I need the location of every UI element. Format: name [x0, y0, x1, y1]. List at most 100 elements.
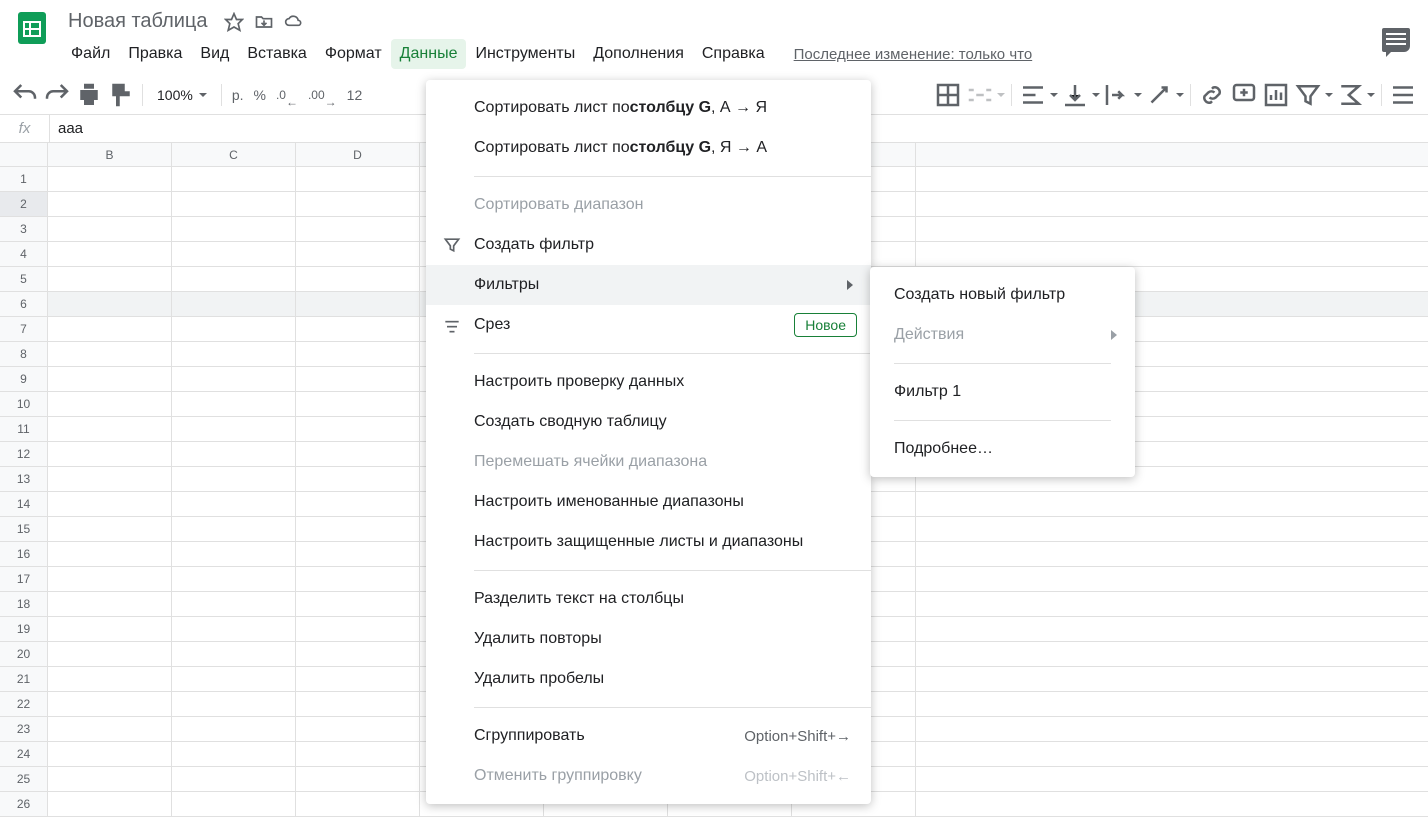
- cell[interactable]: [296, 342, 420, 366]
- last-edit-link[interactable]: Последнее изменение: только что: [794, 46, 1033, 63]
- cell[interactable]: [172, 167, 296, 191]
- cell[interactable]: [172, 367, 296, 391]
- rotate-icon[interactable]: [1144, 80, 1174, 110]
- menu-addons[interactable]: Дополнения: [584, 39, 693, 69]
- cell[interactable]: [48, 192, 172, 216]
- row-header[interactable]: 2: [0, 192, 48, 216]
- menu-sort-az[interactable]: Сортировать лист по столбцу G, А → Я: [426, 88, 871, 128]
- wrap-icon[interactable]: [1102, 80, 1132, 110]
- row-header[interactable]: 3: [0, 217, 48, 241]
- filter-icon[interactable]: [1293, 80, 1323, 110]
- cell[interactable]: [296, 192, 420, 216]
- submenu-create-new-filter[interactable]: Создать новый фильтр: [870, 275, 1135, 315]
- cell[interactable]: [172, 642, 296, 666]
- menu-filters[interactable]: Фильтры: [426, 265, 871, 305]
- row-header[interactable]: 26: [0, 792, 48, 816]
- increase-decimal-button[interactable]: .00→: [304, 80, 341, 110]
- cell[interactable]: [48, 417, 172, 441]
- cell[interactable]: [296, 667, 420, 691]
- row-header[interactable]: 10: [0, 392, 48, 416]
- row-header[interactable]: 4: [0, 242, 48, 266]
- menu-slicer[interactable]: Срез Новое: [426, 305, 871, 345]
- column-header[interactable]: C: [172, 143, 296, 166]
- cell[interactable]: [48, 492, 172, 516]
- row-header[interactable]: 18: [0, 592, 48, 616]
- cell[interactable]: [296, 767, 420, 791]
- halign-dropdown-icon[interactable]: [1050, 93, 1058, 97]
- doc-title[interactable]: Новая таблица: [62, 8, 214, 35]
- cell[interactable]: [296, 392, 420, 416]
- menu-format[interactable]: Формат: [316, 39, 391, 69]
- menu-sort-za[interactable]: Сортировать лист по столбцу G, Я → А: [426, 128, 871, 168]
- menu-file[interactable]: Файл: [62, 39, 119, 69]
- merge-icon[interactable]: [965, 80, 995, 110]
- cell[interactable]: [48, 592, 172, 616]
- cell[interactable]: [172, 792, 296, 816]
- cloud-icon[interactable]: [284, 12, 304, 32]
- row-header[interactable]: 7: [0, 317, 48, 341]
- cell[interactable]: [172, 392, 296, 416]
- cell[interactable]: [172, 417, 296, 441]
- cell[interactable]: [48, 367, 172, 391]
- cell[interactable]: [296, 267, 420, 291]
- cell[interactable]: [296, 717, 420, 741]
- cell[interactable]: [48, 667, 172, 691]
- row-header[interactable]: 8: [0, 342, 48, 366]
- cell[interactable]: [172, 567, 296, 591]
- cell[interactable]: [48, 242, 172, 266]
- row-header[interactable]: 6: [0, 292, 48, 316]
- cell[interactable]: [48, 767, 172, 791]
- row-header[interactable]: 9: [0, 367, 48, 391]
- cell[interactable]: [296, 517, 420, 541]
- row-header[interactable]: 12: [0, 442, 48, 466]
- cell[interactable]: [48, 517, 172, 541]
- row-header[interactable]: 23: [0, 717, 48, 741]
- cell[interactable]: [172, 592, 296, 616]
- cell[interactable]: [172, 242, 296, 266]
- expand-icon[interactable]: [1388, 80, 1418, 110]
- menu-pivot[interactable]: Создать сводную таблицу: [426, 402, 871, 442]
- menu-view[interactable]: Вид: [191, 39, 238, 69]
- cell[interactable]: [48, 692, 172, 716]
- cell[interactable]: [172, 342, 296, 366]
- cell[interactable]: [172, 467, 296, 491]
- comment-icon[interactable]: [1229, 80, 1259, 110]
- cell[interactable]: [48, 742, 172, 766]
- menu-data-validation[interactable]: Настроить проверку данных: [426, 362, 871, 402]
- valign-icon[interactable]: [1060, 80, 1090, 110]
- cell[interactable]: [296, 792, 420, 816]
- cell[interactable]: [296, 742, 420, 766]
- cell[interactable]: [48, 292, 172, 316]
- filter-dropdown-icon[interactable]: [1325, 93, 1333, 97]
- halign-icon[interactable]: [1018, 80, 1048, 110]
- move-icon[interactable]: [254, 12, 274, 32]
- cell[interactable]: [172, 517, 296, 541]
- row-header[interactable]: 11: [0, 417, 48, 441]
- cell[interactable]: [296, 242, 420, 266]
- percent-button[interactable]: %: [250, 80, 270, 110]
- cell[interactable]: [296, 317, 420, 341]
- chart-icon[interactable]: [1261, 80, 1291, 110]
- cell[interactable]: [48, 392, 172, 416]
- cell[interactable]: [48, 717, 172, 741]
- redo-icon[interactable]: [42, 80, 72, 110]
- font-size[interactable]: 12: [343, 80, 367, 110]
- cell[interactable]: [296, 492, 420, 516]
- paint-format-icon[interactable]: [106, 80, 136, 110]
- cell[interactable]: [296, 617, 420, 641]
- cell[interactable]: [296, 542, 420, 566]
- cell[interactable]: [296, 467, 420, 491]
- row-header[interactable]: 1: [0, 167, 48, 191]
- link-icon[interactable]: [1197, 80, 1227, 110]
- menu-tools[interactable]: Инструменты: [466, 39, 584, 69]
- row-header[interactable]: 21: [0, 667, 48, 691]
- cell[interactable]: [48, 442, 172, 466]
- cell[interactable]: [48, 617, 172, 641]
- functions-icon[interactable]: [1335, 80, 1365, 110]
- row-header[interactable]: 17: [0, 567, 48, 591]
- cell[interactable]: [296, 167, 420, 191]
- cell[interactable]: [48, 792, 172, 816]
- menu-help[interactable]: Справка: [693, 39, 774, 69]
- cell[interactable]: [172, 267, 296, 291]
- cell[interactable]: [172, 192, 296, 216]
